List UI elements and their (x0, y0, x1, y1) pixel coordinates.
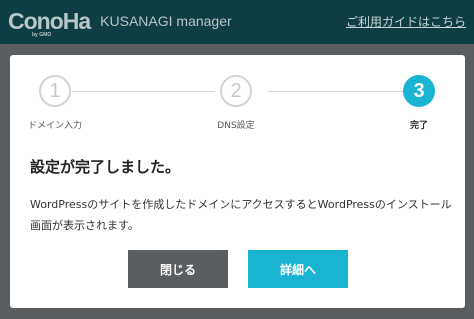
step-3-label: 完了 (409, 121, 429, 131)
dialog-message: WordPressのサイトを作成したドメインにアクセスするとWordPressの… (30, 198, 452, 232)
details-button[interactable]: 詳細へ (248, 250, 348, 288)
dialog-heading: 設定が完了しました。 (30, 158, 181, 176)
step-1-label: ドメイン入力 (27, 121, 83, 131)
user-guide-link[interactable]: ご利用ガイドはこちら (346, 13, 466, 30)
step-2-label: DNS設定 (217, 121, 255, 131)
step-3-circle: 3 (403, 75, 435, 107)
logo-sub-text: by GMO (32, 31, 52, 38)
close-button[interactable]: 閉じる (128, 250, 228, 288)
completion-dialog: 1 2 3 ドメイン入力 DNS設定 完了 設定が完了しました。 WordPre… (10, 55, 465, 308)
step-2-circle: 2 (220, 75, 252, 107)
progress-steps: 1 2 3 ドメイン入力 DNS設定 完了 (10, 75, 465, 135)
step-connector-2 (268, 91, 403, 92)
logo: ConoHa by GMO KUSANAGI manager (8, 6, 232, 37)
logo-text: ConoHa (8, 7, 91, 34)
step-connector-1 (72, 91, 215, 92)
step-1-circle: 1 (39, 75, 71, 107)
conoha-logo: ConoHa by GMO (8, 7, 91, 37)
top-bar: ConoHa by GMO KUSANAGI manager ご利用ガイドはこち… (0, 0, 474, 44)
app-name: KUSANAGI manager (100, 13, 232, 29)
